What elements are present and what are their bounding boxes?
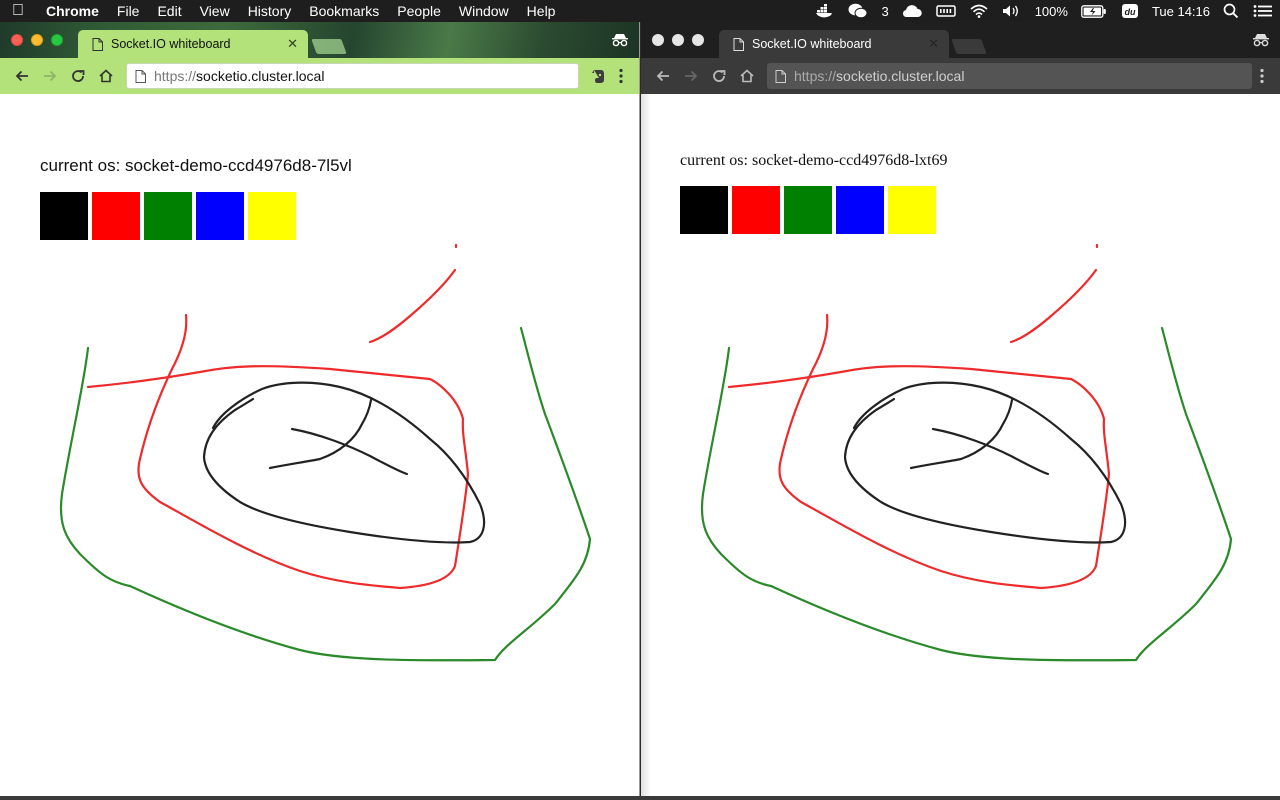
- color-palette: [40, 192, 296, 240]
- battery-icon[interactable]: [1074, 4, 1114, 18]
- tab-strip: Socket.IO whiteboard ✕: [641, 22, 1280, 58]
- menu-view[interactable]: View: [191, 3, 239, 19]
- svg-text:du: du: [1124, 7, 1135, 17]
- url-scheme: https://: [794, 68, 837, 84]
- minimize-window-button[interactable]: [31, 34, 43, 46]
- battery-percent: 100%: [1034, 3, 1068, 19]
- page-info-icon[interactable]: [135, 69, 146, 83]
- forward-button[interactable]: [677, 62, 705, 90]
- red-stroke: [727, 313, 1111, 590]
- incognito-icon: [611, 33, 629, 47]
- window-controls: [11, 34, 63, 46]
- browser-toolbar: https://socketio.cluster.local: [0, 58, 639, 94]
- document-icon: [92, 37, 103, 51]
- color-palette: [680, 186, 936, 234]
- url-host: socketio.cluster.local: [836, 68, 965, 84]
- document-icon: [733, 37, 744, 51]
- close-tab-icon[interactable]: ✕: [928, 36, 939, 52]
- tab-socketio-whiteboard[interactable]: Socket.IO whiteboard ✕: [719, 30, 949, 58]
- spotlight-search-icon[interactable]: [1216, 3, 1246, 19]
- address-bar[interactable]: https://socketio.cluster.local: [767, 63, 1252, 89]
- current-os-label: current os: socket-demo-ccd4976d8-7l5vl: [40, 156, 352, 175]
- current-os-label: current os: socket-demo-ccd4976d8-lxt69: [680, 152, 948, 169]
- chrome-menu-icon[interactable]: [611, 63, 631, 89]
- color-swatch-yellow[interactable]: [248, 192, 296, 240]
- whiteboard-page: current os: socket-demo-ccd4976d8-lxt69: [641, 94, 1280, 796]
- color-swatch-green[interactable]: [144, 192, 192, 240]
- new-tab-button[interactable]: [951, 39, 987, 54]
- black-stroke: [931, 427, 1050, 476]
- dock-edge: [0, 796, 1280, 800]
- apple-menu-icon[interactable]: : [0, 2, 36, 20]
- menu-help[interactable]: Help: [518, 3, 565, 19]
- menu-history[interactable]: History: [239, 3, 301, 19]
- tab-strip: Socket.IO whiteboard ✕: [0, 22, 639, 58]
- black-stroke: [909, 398, 1014, 470]
- wechat-count: 3: [881, 3, 889, 19]
- close-window-button[interactable]: [652, 34, 664, 46]
- page-info-icon[interactable]: [775, 69, 786, 83]
- browser-toolbar: https://socketio.cluster.local: [641, 58, 1280, 94]
- red-stroke: [86, 313, 470, 590]
- back-button[interactable]: [8, 62, 36, 90]
- menu-edit[interactable]: Edit: [148, 3, 190, 19]
- green-stroke: [59, 326, 592, 662]
- tab-title: Socket.IO whiteboard: [111, 37, 231, 51]
- macos-menubar:  Chrome File Edit View History Bookmark…: [0, 0, 1280, 22]
- green-stroke: [700, 326, 1233, 662]
- incognito-icon: [1252, 33, 1270, 47]
- volume-icon[interactable]: [995, 4, 1029, 18]
- window-controls: [652, 34, 704, 46]
- tab-title: Socket.IO whiteboard: [752, 37, 872, 51]
- back-button[interactable]: [649, 62, 677, 90]
- color-swatch-green[interactable]: [784, 186, 832, 234]
- home-button[interactable]: [92, 62, 120, 90]
- color-swatch-red[interactable]: [92, 192, 140, 240]
- black-stroke: [202, 381, 486, 544]
- color-swatch-black[interactable]: [40, 192, 88, 240]
- menu-people[interactable]: People: [388, 3, 450, 19]
- close-tab-icon[interactable]: ✕: [287, 36, 298, 52]
- wifi-icon[interactable]: [963, 4, 995, 18]
- url-host: socketio.cluster.local: [196, 68, 325, 84]
- reload-button[interactable]: [705, 62, 733, 90]
- home-button[interactable]: [733, 62, 761, 90]
- docker-icon[interactable]: [809, 4, 841, 18]
- address-bar[interactable]: https://socketio.cluster.local: [126, 63, 579, 89]
- color-swatch-yellow[interactable]: [888, 186, 936, 234]
- zoom-window-button[interactable]: [51, 34, 63, 46]
- close-window-button[interactable]: [11, 34, 23, 46]
- red-stroke: [1009, 268, 1098, 344]
- menu-file[interactable]: File: [108, 3, 149, 19]
- du-app-icon[interactable]: du: [1114, 3, 1146, 19]
- menu-bookmarks[interactable]: Bookmarks: [300, 3, 388, 19]
- color-swatch-blue[interactable]: [836, 186, 884, 234]
- black-stroke: [843, 381, 1127, 544]
- new-tab-button[interactable]: [311, 39, 347, 54]
- url-scheme: https://: [154, 68, 197, 84]
- black-stroke: [268, 398, 373, 470]
- zoom-window-button[interactable]: [692, 34, 704, 46]
- color-swatch-black[interactable]: [680, 186, 728, 234]
- menubar-clock[interactable]: Tue 14:16: [1146, 4, 1216, 19]
- forward-button[interactable]: [36, 62, 64, 90]
- color-swatch-red[interactable]: [732, 186, 780, 234]
- menu-window[interactable]: Window: [450, 3, 518, 19]
- cloud-icon[interactable]: [895, 4, 929, 18]
- red-stroke: [368, 268, 457, 344]
- minimize-window-button[interactable]: [672, 34, 684, 46]
- wechat-icon[interactable]: [841, 3, 875, 19]
- reload-button[interactable]: [64, 62, 92, 90]
- browser-window-right: Socket.IO whiteboard ✕ https://socketio.…: [641, 22, 1280, 796]
- notification-center-icon[interactable]: [1246, 4, 1280, 18]
- browser-window-left: Socket.IO whiteboard ✕ https://socketio.…: [0, 22, 640, 796]
- color-swatch-blue[interactable]: [196, 192, 244, 240]
- menu-app-name[interactable]: Chrome: [36, 3, 108, 19]
- evernote-extension-icon[interactable]: [585, 63, 611, 89]
- black-stroke: [290, 427, 409, 476]
- memory-icon[interactable]: [929, 4, 963, 18]
- tab-socketio-whiteboard[interactable]: Socket.IO whiteboard ✕: [78, 30, 308, 58]
- whiteboard-page: current os: socket-demo-ccd4976d8-7l5vl: [0, 94, 639, 796]
- chrome-menu-icon[interactable]: [1252, 63, 1272, 89]
